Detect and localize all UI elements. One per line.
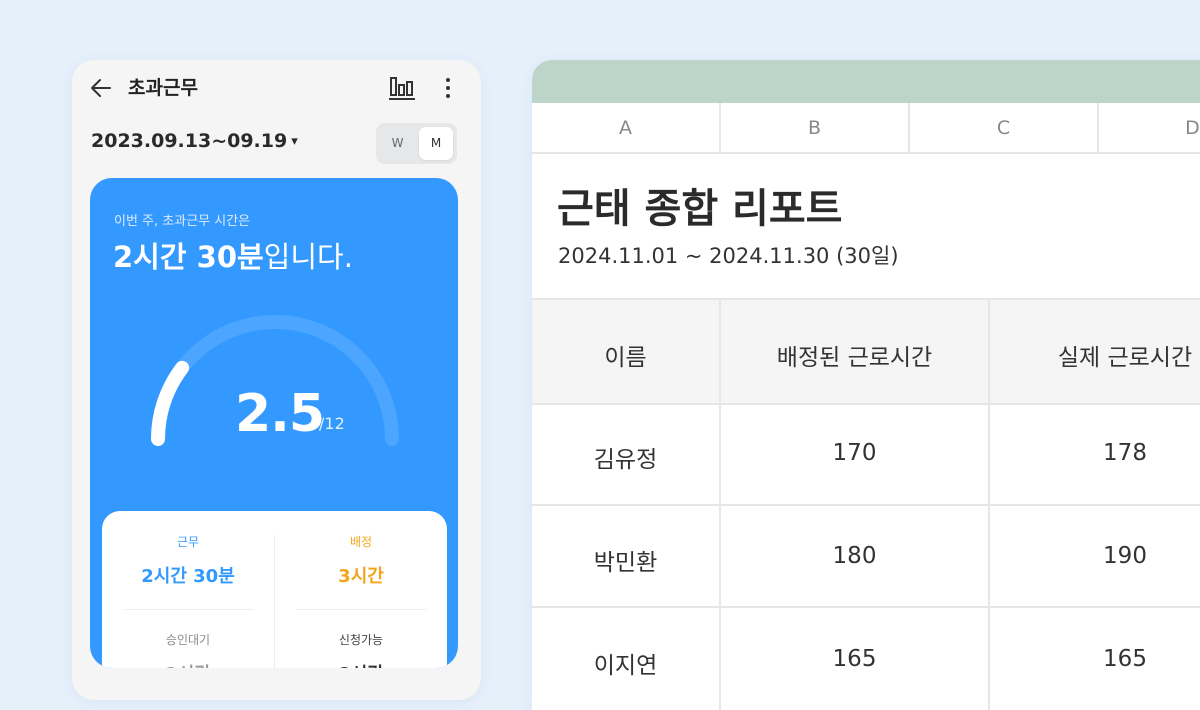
row-divider	[532, 504, 1200, 506]
stat-value: 3시간	[338, 566, 384, 587]
attendance-report-sheet: A B C D 근태 종합 리포트 2024.11.01 ~ 2024.11.3…	[532, 60, 1200, 710]
column-header-d[interactable]: D	[1099, 103, 1200, 153]
row-divider	[532, 606, 1200, 608]
period-selector[interactable]: 2023.09.13~09.19 ▾	[91, 130, 298, 152]
stat-label: 승인대기	[165, 633, 211, 647]
stats-panel: 근무 2시간 30분 배정 3시간 승인대기 1시간 신청가능 8시간	[102, 511, 447, 668]
overtime-phone-screen: 초과근무 2023.09.13~09.19 ▾ W M 이번 주, 초과근무 시간…	[72, 60, 481, 700]
row-divider	[532, 152, 1200, 154]
stats-divider-left	[124, 609, 254, 610]
stat-value: 8시간	[275, 660, 447, 668]
report-title: 근태 종합 리포트	[557, 186, 843, 232]
col-divider	[719, 103, 721, 153]
col-divider	[908, 103, 910, 153]
headline-duration: 2시간 30분	[113, 240, 264, 274]
table-cell-assigned[interactable]: 180	[721, 543, 988, 569]
stat-value: 1시간	[102, 660, 274, 668]
row-divider	[532, 403, 1200, 405]
table-cell-actual[interactable]: 190	[990, 543, 1200, 569]
period-label: 2023.09.13~09.19	[91, 130, 288, 152]
gauge-max: /12	[319, 414, 345, 433]
week-month-toggle: W M	[376, 123, 457, 164]
arrow-left-icon[interactable]	[88, 75, 114, 101]
table-cell-assigned[interactable]: 165	[721, 646, 988, 672]
col-divider	[1097, 103, 1099, 153]
more-vertical-icon[interactable]	[437, 74, 459, 102]
table-cell-name[interactable]: 이지연	[532, 646, 719, 680]
summary-intro: 이번 주, 초과근무 시간은	[114, 214, 251, 229]
page-title: 초과근무	[128, 77, 198, 99]
overtime-summary-card: 이번 주, 초과근무 시간은 2시간 30분입니다. 2.5 /12 근무 2시…	[90, 178, 458, 668]
summary-headline: 2시간 30분입니다.	[113, 234, 353, 276]
stat-label: 근무	[176, 535, 200, 549]
caret-down-icon: ▾	[291, 134, 298, 149]
table-cell-name[interactable]: 김유정	[532, 440, 719, 474]
column-header-a[interactable]: A	[532, 103, 719, 153]
table-header-cell: 배정된 근로시간	[776, 345, 933, 371]
gauge-value: 2.5	[235, 384, 325, 444]
report-period: 2024.11.01 ~ 2024.11.30 (30일)	[558, 244, 899, 268]
stat-label: 배정	[349, 535, 373, 549]
stat-worked: 근무 2시간 30분	[102, 533, 274, 588]
stat-assigned: 배정 3시간	[275, 533, 447, 588]
table-cell-name[interactable]: 박민환	[532, 543, 719, 577]
table-header-cell: 실제 근로시간	[1057, 345, 1193, 371]
stat-label: 신청가능	[338, 633, 384, 647]
headline-suffix: 입니다.	[263, 240, 353, 274]
table-cell-actual[interactable]: 178	[990, 440, 1200, 466]
stat-value: 2시간 30분	[141, 566, 235, 587]
row-divider	[532, 298, 1200, 300]
table-cell-assigned[interactable]: 170	[721, 440, 988, 466]
stats-divider-right	[296, 609, 426, 610]
toggle-month-button[interactable]: M	[419, 127, 453, 160]
toggle-week-button[interactable]: W	[380, 127, 415, 160]
bar-chart-icon[interactable]	[388, 74, 416, 102]
app-bar: 초과근무	[72, 60, 481, 116]
stat-pending-approval: 승인대기 1시간	[102, 631, 274, 668]
table-header-cell: 이름	[604, 345, 647, 371]
sheet-title-bar	[532, 60, 1200, 103]
stat-available: 신청가능 8시간	[275, 631, 447, 668]
column-header-b[interactable]: B	[721, 103, 908, 153]
table-cell-actual[interactable]: 165	[990, 646, 1200, 672]
column-header-c[interactable]: C	[910, 103, 1097, 153]
